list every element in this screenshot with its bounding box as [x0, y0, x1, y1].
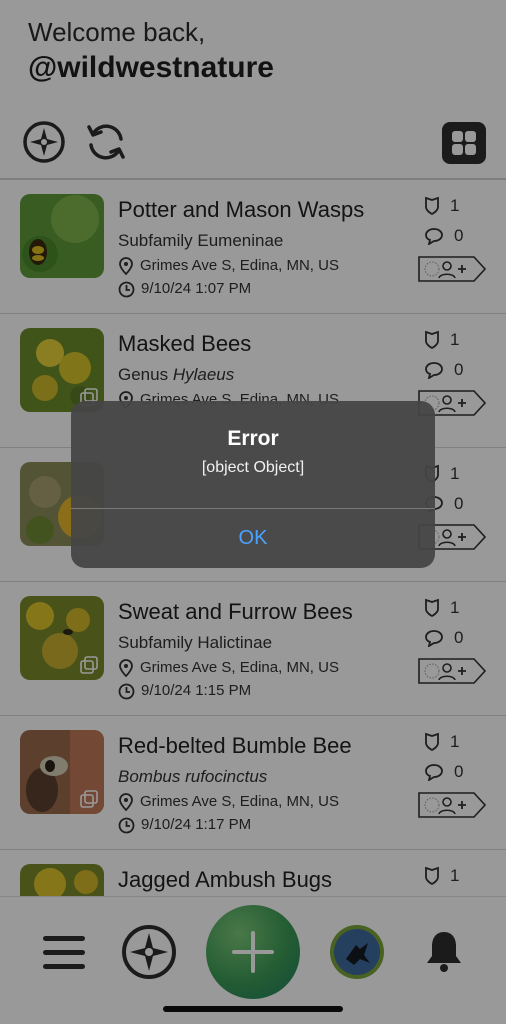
error-dialog: Error [object Object] OK [71, 401, 435, 568]
dialog-title: Error [227, 427, 279, 450]
ok-button[interactable]: OK [71, 509, 435, 568]
dialog-message: [object Object] [201, 459, 305, 476]
